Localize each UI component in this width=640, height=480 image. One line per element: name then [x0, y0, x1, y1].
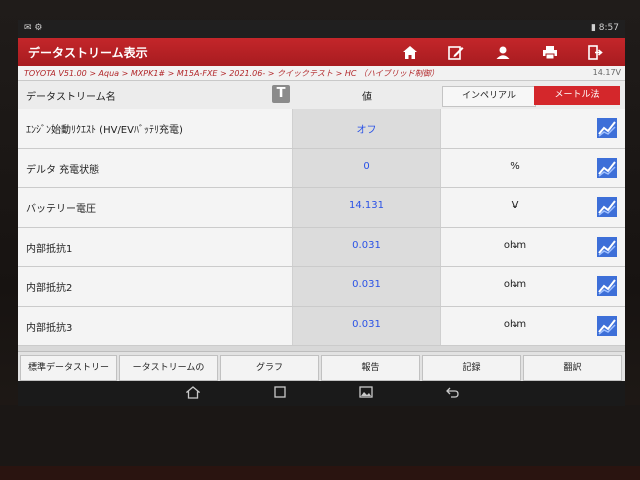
- device-bottom-bezel: [0, 405, 640, 480]
- row-name: 内部抵抗1: [26, 243, 73, 255]
- row-value: 0.031: [352, 318, 381, 330]
- unit-dropdown[interactable]: ohm ⌄: [441, 227, 589, 266]
- row-name: ｴﾝｼﾞﾝ始動ﾘｸｴｽﾄ (HV/EVﾊﾞｯﾃﾘ充電): [26, 125, 183, 136]
- imperial-button[interactable]: インペリアル: [442, 86, 536, 107]
- status-bar: ✉ ⚙ ▮ 8:57: [18, 20, 625, 38]
- chevron-down-icon: ⌄: [510, 279, 520, 290]
- row-unit: %: [510, 160, 520, 172]
- nav-back-icon[interactable]: [442, 386, 462, 402]
- graph-icon[interactable]: [597, 157, 617, 178]
- row-name: 内部抵抗2: [26, 283, 73, 294]
- header-name: データストリーム名: [26, 92, 116, 103]
- text-size-icon[interactable]: T: [272, 85, 290, 103]
- row-name: 内部抵抗3: [26, 322, 73, 334]
- exit-icon[interactable]: [584, 41, 608, 63]
- home-icon[interactable]: [398, 41, 422, 63]
- chevron-down-icon: ⌄: [510, 200, 520, 211]
- chevron-down-icon: ⌄: [510, 239, 520, 251]
- unit-dropdown[interactable]: V ⌄: [441, 188, 589, 227]
- row-value: オフ: [356, 125, 377, 136]
- tablet-screen: ✉ ⚙ ▮ 8:57 データストリーム表示 TOYOTA V51.00 > Aq…: [18, 20, 625, 406]
- breadcrumb: TOYOTA V51.00 > Aqua > MXPK1# > M15A-FXE…: [24, 69, 439, 78]
- table-row: バッテリー電圧 14.131 V ⌄: [18, 188, 625, 228]
- table-row: 内部抵抗1 0.031 ohm ⌄: [18, 227, 625, 267]
- metric-button[interactable]: メートル法: [534, 86, 620, 105]
- row-value: 0.031: [352, 239, 381, 251]
- print-icon[interactable]: [538, 41, 562, 63]
- graph-icon[interactable]: [597, 197, 617, 217]
- row-value: 14.131: [349, 200, 384, 211]
- graph-button[interactable]: グラフ: [220, 355, 319, 381]
- nav-recents-icon[interactable]: [270, 386, 290, 402]
- nav-screenshot-icon[interactable]: [356, 386, 376, 402]
- graph-icon[interactable]: [597, 118, 617, 138]
- unit-dropdown[interactable]: ohm ⌄: [441, 306, 589, 345]
- breadcrumb-bar: TOYOTA V51.00 > Aqua > MXPK1# > M15A-FXE…: [18, 66, 625, 81]
- record-button[interactable]: 記録: [422, 355, 521, 381]
- datastream-table: ｴﾝｼﾞﾝ始動ﾘｸｴｽﾄ (HV/EVﾊﾞｯﾃﾘ充電) オフ デルタ 充電状態 …: [18, 109, 625, 346]
- header-value: 値: [362, 92, 372, 103]
- unit-dropdown[interactable]: ohm ⌄: [441, 267, 589, 306]
- graph-icon[interactable]: [597, 276, 617, 296]
- row-name: バッテリー電圧: [26, 204, 96, 215]
- standard-datastream-button[interactable]: 標準データストリー: [20, 355, 117, 381]
- translate-button[interactable]: 翻訳: [523, 355, 622, 381]
- table-row: 内部抵抗2 0.031 ohm ⌄: [18, 267, 625, 307]
- status-time: 8:57: [598, 23, 619, 33]
- user-icon[interactable]: [491, 41, 515, 63]
- graph-icon[interactable]: [597, 236, 617, 257]
- table-row: デルタ 充電状態 0 %: [18, 148, 625, 188]
- row-value: 0.031: [352, 279, 381, 290]
- table-row: 内部抵抗3 0.031 ohm ⌄: [18, 306, 625, 346]
- edit-icon[interactable]: [444, 41, 468, 63]
- table-row: ｴﾝｼﾞﾝ始動ﾘｸｴｽﾄ (HV/EVﾊﾞｯﾃﾘ充電) オフ: [18, 109, 625, 149]
- chevron-down-icon: ⌄: [510, 318, 520, 330]
- title-bar: データストリーム表示: [18, 38, 625, 66]
- battery-icon: ▮: [590, 23, 596, 33]
- bottom-toolbar: 標準データストリー ータストリームの グラフ 報告 記録 翻訳: [18, 351, 625, 382]
- report-button[interactable]: 報告: [321, 355, 420, 381]
- nav-home-icon[interactable]: [183, 386, 203, 402]
- row-value: 0: [363, 160, 370, 172]
- row-name: デルタ 充電状態: [26, 164, 100, 176]
- datastream-select-button[interactable]: ータストリームの: [119, 355, 218, 381]
- notification-icons: ✉ ⚙: [24, 23, 43, 33]
- table-header: データストリーム名 T 値 インペリアル メートル法: [18, 81, 625, 110]
- battery-voltage: 14.17V: [592, 68, 621, 77]
- graph-icon[interactable]: [597, 315, 617, 336]
- android-nav-bar: [18, 381, 625, 406]
- page-title: データストリーム表示: [28, 46, 148, 60]
